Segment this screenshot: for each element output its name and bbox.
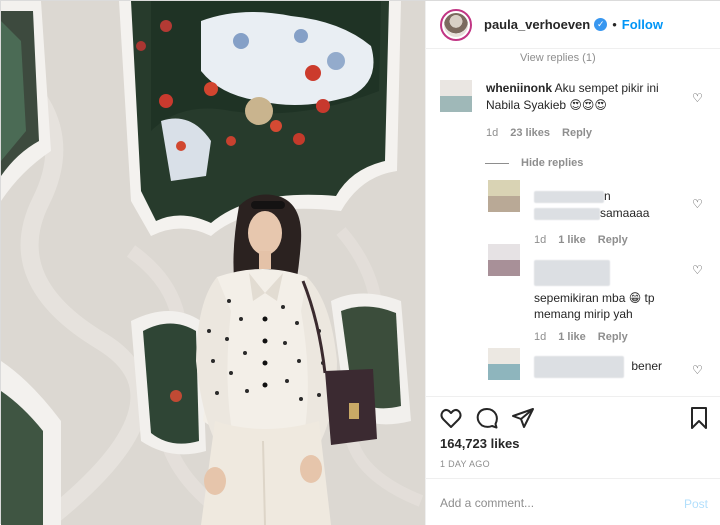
reply-body: sepemikiran mba 😁 tp memang mirip yah [534, 260, 674, 322]
reply-avatar[interactable] [488, 180, 520, 212]
comment-like-icon[interactable]: ♡ [692, 92, 704, 104]
add-comment-bar: Post [426, 478, 720, 525]
comment-item: wheniinonk Aku sempet pikir ini Nabila S… [440, 80, 710, 150]
comment-meta: 1d 23 likes Reply [486, 127, 592, 139]
author-username[interactable]: paula_verhoeven [484, 17, 590, 32]
comments-list[interactable]: View replies (1) wheniinonk Aku sempet p… [426, 50, 720, 396]
reply-item: sepemikiran mba 😁 tp memang mirip yah ♡ … [488, 244, 710, 344]
author-avatar[interactable] [440, 8, 472, 41]
share-icon[interactable] [511, 406, 535, 430]
comment-input[interactable] [440, 493, 660, 513]
reply-item: n samaaaa ♡ 1d 1 like Reply [488, 180, 710, 246]
post-actions: 164,723 likes 1 DAY AGO [426, 396, 720, 478]
reply-button[interactable]: Reply [598, 331, 628, 343]
reply-like-icon[interactable]: ♡ [692, 364, 704, 376]
reply-likes[interactable]: 1 like [558, 331, 586, 343]
post-comment-button[interactable]: Post [684, 497, 708, 511]
post-sidebar: paula_verhoeven ✓ • Follow View replies … [425, 1, 720, 525]
reply-item: bener ♡ [488, 348, 710, 396]
bookmark-icon[interactable] [687, 406, 711, 430]
reply-avatar[interactable] [488, 348, 520, 380]
reply-text: sepemikiran mba 😁 tp memang mirip yah [534, 291, 655, 321]
reply-like-icon[interactable]: ♡ [692, 264, 704, 276]
follow-button[interactable]: Follow [622, 17, 663, 32]
blurred-username [534, 356, 624, 378]
comment-likes[interactable]: 23 likes [510, 127, 550, 139]
reply-text: bener [631, 359, 663, 374]
comment-username[interactable]: wheniinonk [486, 81, 552, 95]
reply-time: 1d [534, 331, 547, 343]
commenter-avatar[interactable] [440, 80, 472, 112]
blurred-username [534, 260, 610, 286]
comment-icon[interactable] [475, 406, 499, 430]
hide-replies-line [485, 163, 509, 164]
reply-meta: 1d 1 like Reply [534, 331, 628, 343]
blurred-username [534, 190, 604, 203]
reply-prefix: n [604, 189, 611, 203]
reply-body: bener [534, 356, 684, 378]
post-header: paula_verhoeven ✓ • Follow [426, 1, 720, 49]
view-replies-link[interactable]: View replies (1) [520, 52, 596, 64]
hide-replies-button[interactable]: Hide replies [521, 157, 583, 169]
comment-body: wheniinonk Aku sempet pikir ini Nabila S… [486, 80, 686, 114]
post-photo[interactable] [1, 1, 425, 525]
photo-illustration [1, 1, 425, 525]
reply-body: n samaaaa [534, 188, 674, 222]
post-likes-count[interactable]: 164,723 likes [440, 436, 520, 451]
blurred-text [534, 207, 600, 220]
heart-icon[interactable] [439, 406, 463, 430]
comment-time: 1d [486, 127, 499, 139]
header-separator: • [612, 17, 617, 32]
reply-button[interactable]: Reply [562, 127, 592, 139]
reply-like-icon[interactable]: ♡ [692, 198, 704, 210]
verified-badge-icon: ✓ [594, 18, 608, 31]
reply-text: samaaaa [600, 206, 650, 220]
post-date: 1 DAY AGO [440, 459, 490, 469]
post-frame: paula_verhoeven ✓ • Follow View replies … [0, 0, 720, 525]
reply-avatar[interactable] [488, 244, 520, 276]
